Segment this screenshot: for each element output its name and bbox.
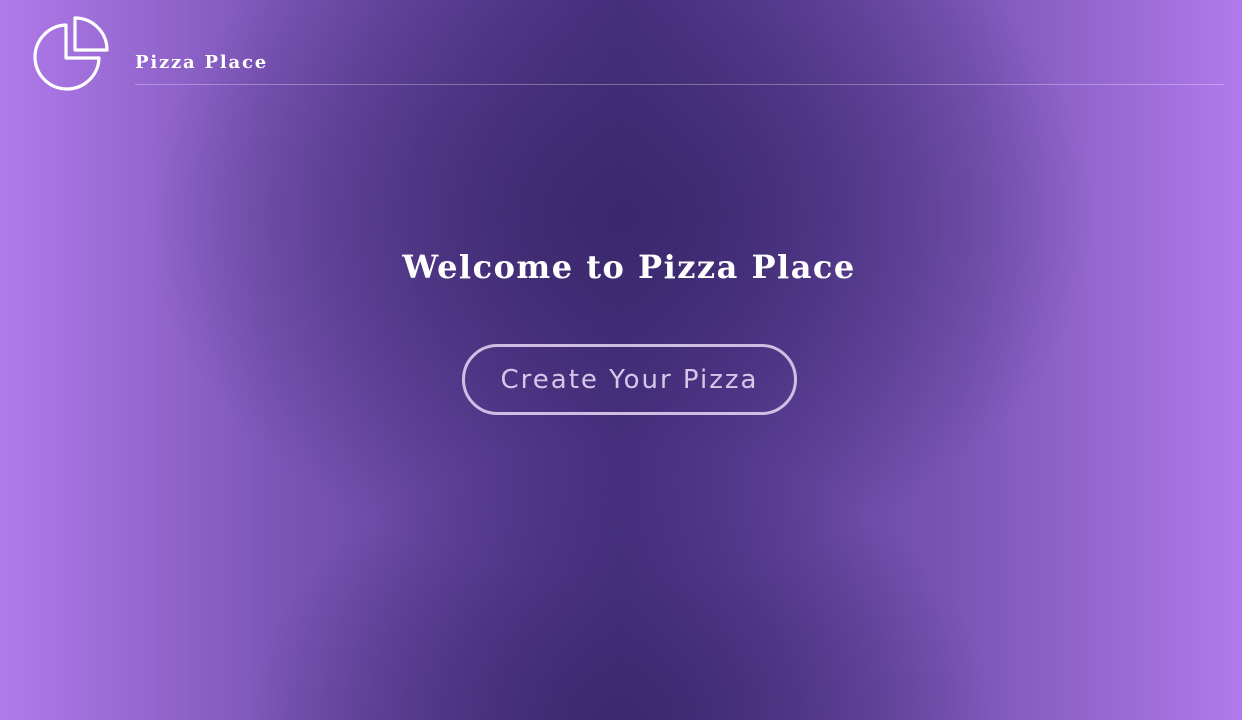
pie-chart-icon[interactable] xyxy=(33,16,109,92)
header-divider xyxy=(135,84,1224,85)
brand-name[interactable]: Pizza Place xyxy=(135,52,268,73)
create-pizza-button[interactable]: Create Your Pizza xyxy=(462,344,797,415)
page-title: Welcome to Pizza Place xyxy=(402,248,856,286)
